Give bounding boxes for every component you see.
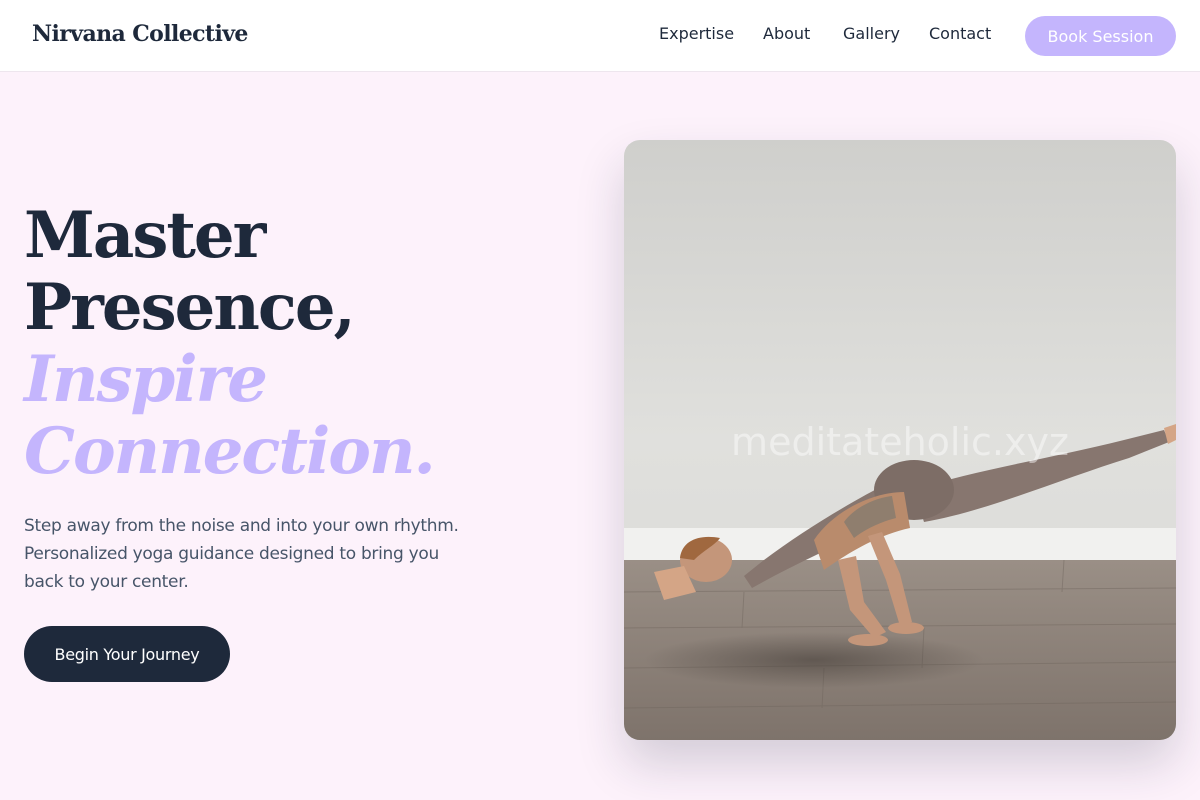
image-watermark: meditateholic.xyz bbox=[731, 420, 1069, 464]
nav-link-gallery[interactable]: Gallery bbox=[843, 24, 900, 43]
hero-title-accent-connection: Connection. bbox=[24, 414, 436, 489]
hero-title-accent-inspire: Inspire bbox=[24, 342, 268, 417]
nav-link-about[interactable]: About bbox=[763, 24, 810, 43]
hero-title-line-presence: Presence, bbox=[24, 270, 356, 345]
nav-link-expertise[interactable]: Expertise bbox=[659, 24, 734, 43]
nav-link-contact[interactable]: Contact bbox=[929, 24, 991, 43]
top-navigation-bar: Nirvana Collective Expertise About Galle… bbox=[0, 0, 1200, 72]
hero-yoga-photo: meditateholic.xyz bbox=[624, 140, 1176, 740]
main-nav: Expertise About Gallery Contact bbox=[0, 24, 1200, 48]
hero-description: Step away from the noise and into your o… bbox=[24, 516, 459, 592]
hero-title: Master Presence, Inspire Connection. bbox=[24, 198, 436, 489]
book-session-button[interactable]: Book Session bbox=[1025, 16, 1176, 56]
begin-journey-button[interactable]: Begin Your Journey bbox=[24, 626, 230, 682]
hero-title-line-master: Master bbox=[24, 198, 266, 273]
